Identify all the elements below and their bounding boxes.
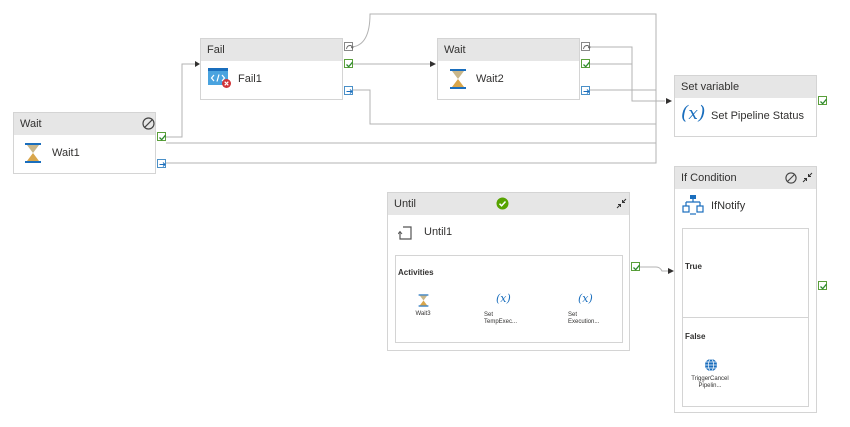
variable-icon: (x): [496, 292, 511, 305]
activities-container: Activities Wait3 (x) Set TempExec... (x)…: [395, 255, 623, 343]
true-label: True: [685, 262, 702, 271]
activity-name: Until1: [424, 226, 453, 238]
activity-name: IfNotify: [711, 200, 746, 212]
if-condition-icon: [682, 195, 704, 215]
success-status-icon: [496, 197, 509, 210]
inner-activity-label: TriggerCancelPipelin...: [691, 376, 729, 389]
variable-icon: (x): [578, 292, 593, 305]
fail-code-icon: [208, 68, 231, 88]
activity-fail1[interactable]: Fail Fail1: [200, 38, 343, 100]
success-port[interactable]: [344, 59, 353, 68]
success-port[interactable]: [818, 96, 827, 105]
hourglass-icon: [418, 294, 429, 307]
inner-activity-set-tempexec[interactable]: (x) Set TempExec...: [484, 292, 528, 332]
activity-name: Wait2: [476, 73, 504, 85]
activity-until1[interactable]: Until Until1 Activities Wait3 (x) Set Te…: [387, 192, 630, 351]
activity-ifnotify[interactable]: If Condition IfNotify True False Trigger…: [674, 166, 817, 413]
inner-activity-wait3[interactable]: Wait3: [408, 292, 438, 322]
collapse-icon[interactable]: [616, 198, 627, 209]
false-label: False: [685, 332, 706, 341]
completion-port[interactable]: [157, 159, 166, 168]
activities-label: Activities: [398, 268, 434, 277]
inner-activity-set-execution[interactable]: (x) Set Execution...: [568, 292, 612, 332]
skip-port[interactable]: [344, 42, 354, 51]
activity-header: Wait: [14, 113, 155, 135]
variable-icon: (x): [681, 102, 706, 124]
true-branch[interactable]: True: [682, 228, 809, 318]
inner-activity-label: Set TempExec...: [484, 312, 518, 325]
globe-icon: [705, 358, 717, 372]
until-loop-icon: [398, 226, 412, 240]
collapse-icon[interactable]: [802, 172, 813, 183]
activity-header: Fail: [201, 39, 342, 61]
activity-name: Wait1: [52, 147, 80, 159]
activity-set-pipeline-status[interactable]: Set variable (x) Set Pipeline Status: [674, 75, 817, 137]
completion-port[interactable]: [344, 86, 353, 95]
activity-wait1[interactable]: Wait Wait1: [13, 112, 156, 174]
deactivate-icon[interactable]: [142, 117, 155, 130]
deactivate-icon[interactable]: [785, 172, 797, 184]
success-port[interactable]: [157, 132, 166, 141]
success-port[interactable]: [581, 59, 590, 68]
activity-header: Set variable: [675, 76, 816, 98]
success-port[interactable]: [818, 281, 827, 290]
completion-port[interactable]: [581, 86, 590, 95]
hourglass-icon: [450, 69, 466, 89]
inner-activity-triggercancel[interactable]: TriggerCancelPipelin...: [689, 358, 733, 398]
false-branch[interactable]: False TriggerCancelPipelin...: [682, 317, 809, 407]
inner-activity-label: Set Execution...: [568, 312, 600, 325]
activity-name: Set Pipeline Status: [711, 110, 804, 122]
activity-name: Fail1: [238, 73, 262, 85]
activity-wait2[interactable]: Wait Wait2: [437, 38, 580, 100]
success-port[interactable]: [631, 262, 640, 271]
hourglass-icon: [25, 143, 41, 163]
inner-activity-label: Wait3: [415, 311, 431, 317]
skip-port[interactable]: [581, 42, 591, 51]
activity-header: Wait: [438, 39, 579, 61]
